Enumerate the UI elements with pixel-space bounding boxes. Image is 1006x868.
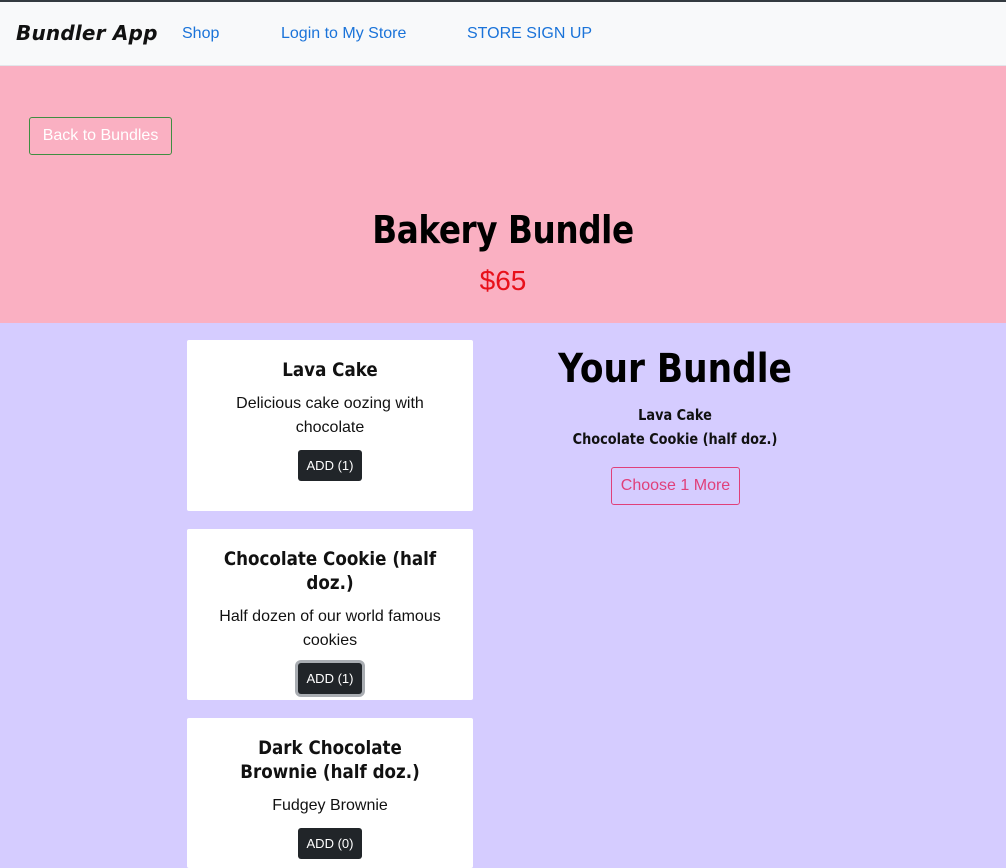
- bundle-price: $65: [479, 265, 527, 296]
- product-card: Chocolate Cookie (half doz.) Half dozen …: [187, 529, 473, 700]
- product-name: Lava Cake: [282, 359, 378, 381]
- add-product-button[interactable]: ADD (1): [297, 450, 363, 481]
- bundle-item: Lava Cake: [638, 406, 712, 424]
- product-card: Lava Cake Delicious cake oozing with cho…: [187, 340, 473, 511]
- product-description: Fudgey Brownie: [272, 797, 388, 814]
- bundle-hero: Back to Bundles Bakery Bundle $65: [0, 66, 1006, 323]
- bundle-item: Chocolate Cookie (half doz.): [572, 430, 778, 448]
- back-to-bundles-button[interactable]: Back to Bundles: [29, 117, 172, 155]
- product-description: Half dozen of our world famous cookies: [219, 608, 441, 649]
- add-product-button[interactable]: ADD (0): [297, 828, 363, 859]
- nav-link-store-signup[interactable]: STORE SIGN UP: [467, 25, 592, 43]
- product-name: Dark Chocolate Brownie (half doz.): [240, 737, 420, 783]
- nav-link-shop[interactable]: Shop: [182, 25, 219, 43]
- product-name: Chocolate Cookie (half doz.): [223, 548, 437, 594]
- nav-link-login[interactable]: Login to My Store: [281, 25, 406, 43]
- choose-more-button[interactable]: Choose 1 More: [611, 467, 740, 505]
- top-navbar: Bundler App Shop Login to My Store STORE…: [0, 0, 1006, 66]
- product-card: Dark Chocolate Brownie (half doz.) Fudge…: [187, 718, 473, 868]
- bundle-title: Bakery Bundle: [372, 208, 634, 252]
- brand-logo[interactable]: Bundler App: [16, 21, 158, 45]
- add-product-button[interactable]: ADD (1): [297, 663, 363, 694]
- your-bundle-title: Your Bundle: [558, 346, 792, 392]
- product-description: Delicious cake oozing with chocolate: [236, 395, 424, 436]
